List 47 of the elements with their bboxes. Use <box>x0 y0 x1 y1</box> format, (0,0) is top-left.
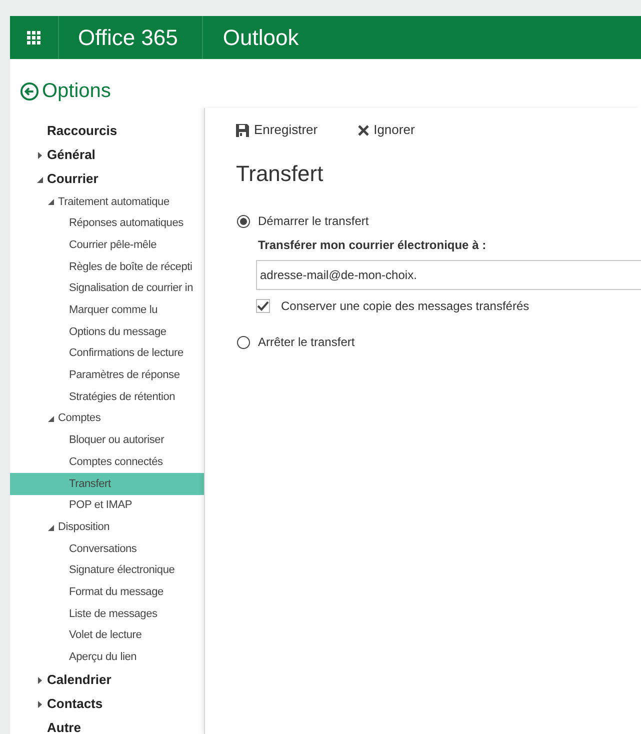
close-icon <box>358 124 369 136</box>
back-button[interactable]: Options <box>20 76 111 106</box>
collapsed-caret-icon[interactable] <box>37 700 43 708</box>
sidebar-item[interactable]: Comptes connectés <box>10 451 204 473</box>
sidebar-item[interactable]: Transfert <box>10 472 204 495</box>
sidebar-item[interactable]: Format du message <box>10 581 204 604</box>
collapsed-caret-icon[interactable] <box>37 676 43 684</box>
sidebar-item[interactable]: Marquer comme lu <box>10 299 204 322</box>
sidebar-item[interactable]: Options du message <box>10 321 204 343</box>
expanded-caret-icon[interactable] <box>48 415 54 422</box>
keep-copy-checkbox[interactable]: Conserver une copie des messages transférés <box>256 296 641 316</box>
sidebar-item[interactable]: Général <box>10 143 204 167</box>
expanded-caret-icon[interactable] <box>48 198 54 206</box>
sidebar-item[interactable]: Signalisation de courrier in <box>10 278 204 300</box>
sidebar-item[interactable]: Autre <box>10 716 204 734</box>
expanded-caret-icon[interactable] <box>48 524 54 531</box>
save-button[interactable]: Enregistrer <box>236 120 318 140</box>
field-label: Transférer mon courrier électronique à : <box>258 237 488 254</box>
sidebar-item[interactable]: Conversations <box>10 538 204 560</box>
sidebar-item[interactable]: Traitement automatique <box>10 191 204 213</box>
page-title: Transfert <box>236 160 324 188</box>
sidebar-item[interactable]: Stratégies de rétention <box>10 386 204 408</box>
sidebar-item[interactable]: Liste de messages <box>10 603 204 625</box>
collapsed-caret-icon[interactable] <box>37 152 43 158</box>
discard-button[interactable]: Ignorer <box>358 120 415 140</box>
sidebar-item[interactable]: Réponses automatiques <box>10 212 204 234</box>
sidebar-item[interactable]: Signature électronique <box>10 560 204 582</box>
sidebar-item[interactable]: Courrier <box>10 167 204 191</box>
sidebar-item[interactable]: Aperçu du lien <box>10 646 204 668</box>
sidebar-item[interactable]: Règles de boîte de récepti <box>10 256 204 278</box>
sidebar-item[interactable]: Disposition <box>10 516 204 538</box>
sidebar-item[interactable]: Courrier pêle-mêle <box>10 234 204 256</box>
radio-option[interactable]: Démarrer le transfert <box>236 212 641 230</box>
expanded-caret-icon[interactable] <box>37 176 43 182</box>
sidebar-item[interactable]: Contacts <box>10 692 204 716</box>
sidebar-item[interactable]: Raccourcis <box>10 119 204 143</box>
sidebar-item[interactable]: Calendrier <box>10 668 204 692</box>
sidebar-item[interactable]: Comptes <box>10 408 204 430</box>
email-field[interactable]: adresse-mail@de-mon-choix. <box>256 260 641 290</box>
sidebar-item[interactable]: Confirmations de lecture <box>10 342 204 364</box>
sidebar-item[interactable]: POP et IMAP <box>10 494 204 516</box>
sidebar-item[interactable]: Paramètres de réponse <box>10 364 204 386</box>
app-title[interactable]: Outlook <box>202 21 299 54</box>
sidebar-item[interactable]: Volet de lecture <box>10 624 204 646</box>
sidebar-item[interactable]: Bloquer ou autoriser <box>10 430 204 452</box>
suite-title[interactable]: Office 365 <box>78 21 178 54</box>
radio-option[interactable]: Arrêter le transfert <box>236 333 641 351</box>
